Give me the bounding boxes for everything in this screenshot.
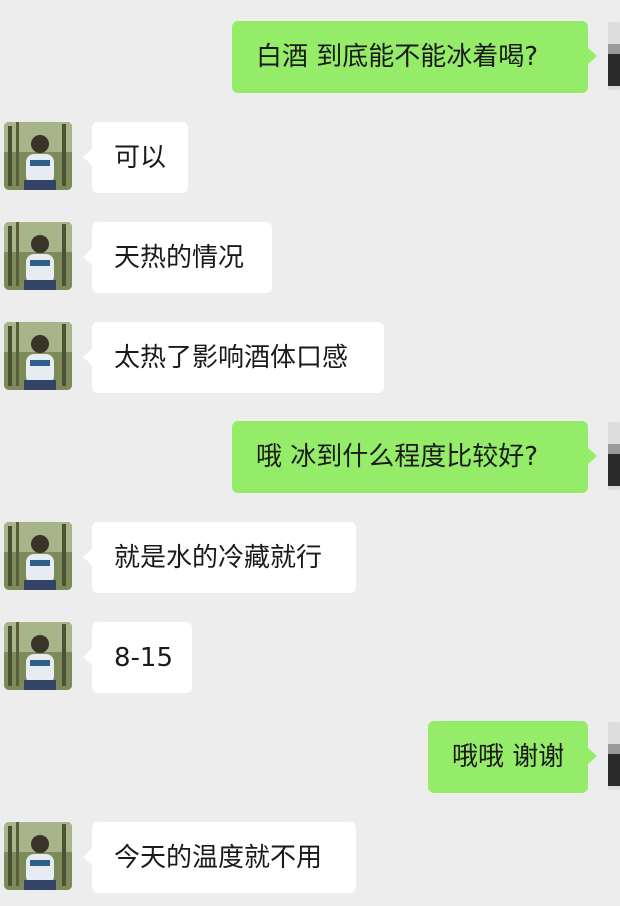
message-text: 就是水的冷藏就行	[114, 542, 323, 573]
contact-avatar[interactable]	[4, 222, 72, 290]
my-avatar-icon	[608, 422, 620, 490]
message-text: 哦哦 谢谢	[452, 742, 565, 772]
message-text: 天热的情况	[114, 242, 245, 273]
contact-avatar-photo-icon	[4, 122, 72, 190]
my-avatar[interactable]	[608, 422, 620, 490]
message-text: 可以	[114, 142, 167, 173]
contact-avatar-photo-icon	[4, 522, 72, 590]
contact-avatar[interactable]	[4, 122, 72, 190]
my-avatar[interactable]	[608, 722, 620, 790]
chat-conversation: 白酒 到底能不能冰着喝? 可以 天热的情况 太热了影响酒体口感 哦 冰到什么程度…	[0, 0, 620, 906]
outgoing-message-bubble[interactable]: 白酒 到底能不能冰着喝?	[232, 21, 597, 93]
incoming-message-bubble[interactable]: 天热的情况	[83, 222, 272, 293]
my-avatar-icon	[608, 22, 620, 90]
contact-avatar[interactable]	[4, 822, 72, 890]
contact-avatar[interactable]	[4, 522, 72, 590]
message-text: 太热了影响酒体口感	[114, 342, 349, 373]
incoming-message-bubble[interactable]: 8-15	[83, 622, 192, 693]
my-avatar[interactable]	[608, 22, 620, 90]
message-text: 白酒 到底能不能冰着喝?	[256, 42, 539, 72]
incoming-message-bubble[interactable]: 就是水的冷藏就行	[83, 522, 356, 593]
message-text: 今天的温度就不用	[114, 842, 323, 873]
outgoing-message-bubble[interactable]: 哦哦 谢谢	[428, 721, 597, 793]
outgoing-message-bubble[interactable]: 哦 冰到什么程度比较好?	[232, 421, 597, 493]
incoming-message-bubble[interactable]: 可以	[83, 122, 188, 193]
incoming-message-bubble[interactable]: 太热了影响酒体口感	[83, 322, 384, 393]
message-text: 哦 冰到什么程度比较好?	[256, 442, 539, 472]
contact-avatar-photo-icon	[4, 222, 72, 290]
message-text: 8-15	[114, 642, 174, 673]
contact-avatar-photo-icon	[4, 622, 72, 690]
contact-avatar[interactable]	[4, 322, 72, 390]
contact-avatar[interactable]	[4, 622, 72, 690]
my-avatar-icon	[608, 722, 620, 790]
incoming-message-bubble[interactable]: 今天的温度就不用	[83, 822, 356, 893]
contact-avatar-photo-icon	[4, 322, 72, 390]
contact-avatar-photo-icon	[4, 822, 72, 890]
